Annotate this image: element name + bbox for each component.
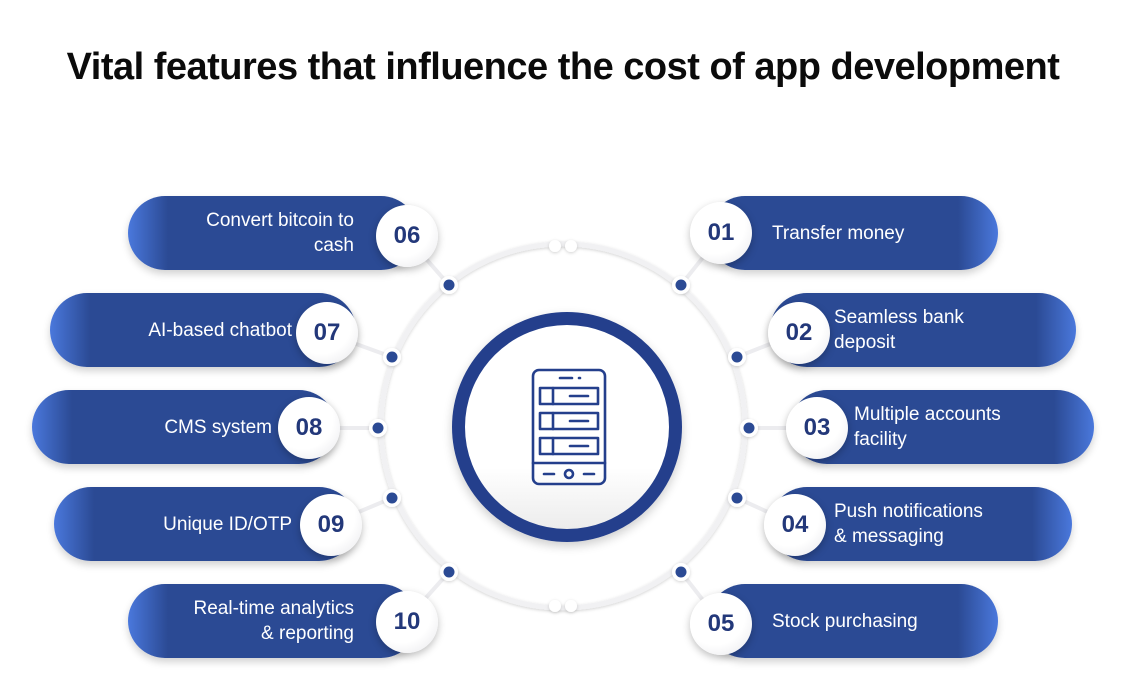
feature-pill-06: Convert bitcoin to cash: [128, 196, 418, 270]
feature-number-01: 01: [690, 202, 752, 264]
connector-dot-04: [731, 492, 743, 504]
feature-label-02: Seamless bank deposit: [834, 307, 964, 353]
ring-joint-top-left: [549, 240, 561, 252]
feature-label-09: Unique ID/OTP: [163, 513, 292, 535]
feature-number-04: 04: [764, 494, 826, 556]
feature-label-01: Transfer money: [772, 222, 905, 244]
connector-dot-06: [443, 279, 455, 291]
connector-dot-03: [743, 422, 755, 434]
ring-joint-top-right: [565, 240, 577, 252]
connector-dot-01: [675, 279, 687, 291]
feature-label-03: Multiple accounts facility: [854, 404, 1001, 450]
feature-number-08: 08: [278, 397, 340, 459]
connector-dot-02: [731, 351, 743, 363]
ring-joint-bottom-right: [565, 600, 577, 612]
feature-label-07: AI-based chatbot: [148, 319, 292, 341]
feature-label-10: Real-time analytics & reporting: [193, 598, 355, 644]
ring-joint-bottom-left: [549, 600, 561, 612]
connector-dot-08: [372, 422, 384, 434]
feature-number-10: 10: [376, 591, 438, 653]
feature-label-05: Stock purchasing: [772, 610, 918, 632]
feature-number-09: 09: [300, 494, 362, 556]
connector-dot-09: [386, 492, 398, 504]
feature-label-08: CMS system: [164, 416, 272, 438]
feature-number-02: 02: [768, 302, 830, 364]
connector-dot-07: [386, 351, 398, 363]
feature-pill-10: Real-time analytics & reporting: [128, 584, 418, 658]
feature-label-06: Convert bitcoin to cash: [206, 210, 354, 256]
connector-dot-10: [443, 566, 455, 578]
feature-number-07: 07: [296, 302, 358, 364]
feature-number-05: 05: [690, 593, 752, 655]
mobile-app-icon: [531, 368, 607, 486]
feature-label-04: Push notifications & messaging: [834, 501, 983, 547]
feature-number-06: 06: [376, 205, 438, 267]
feature-number-03: 03: [786, 397, 848, 459]
connector-dot-05: [675, 566, 687, 578]
